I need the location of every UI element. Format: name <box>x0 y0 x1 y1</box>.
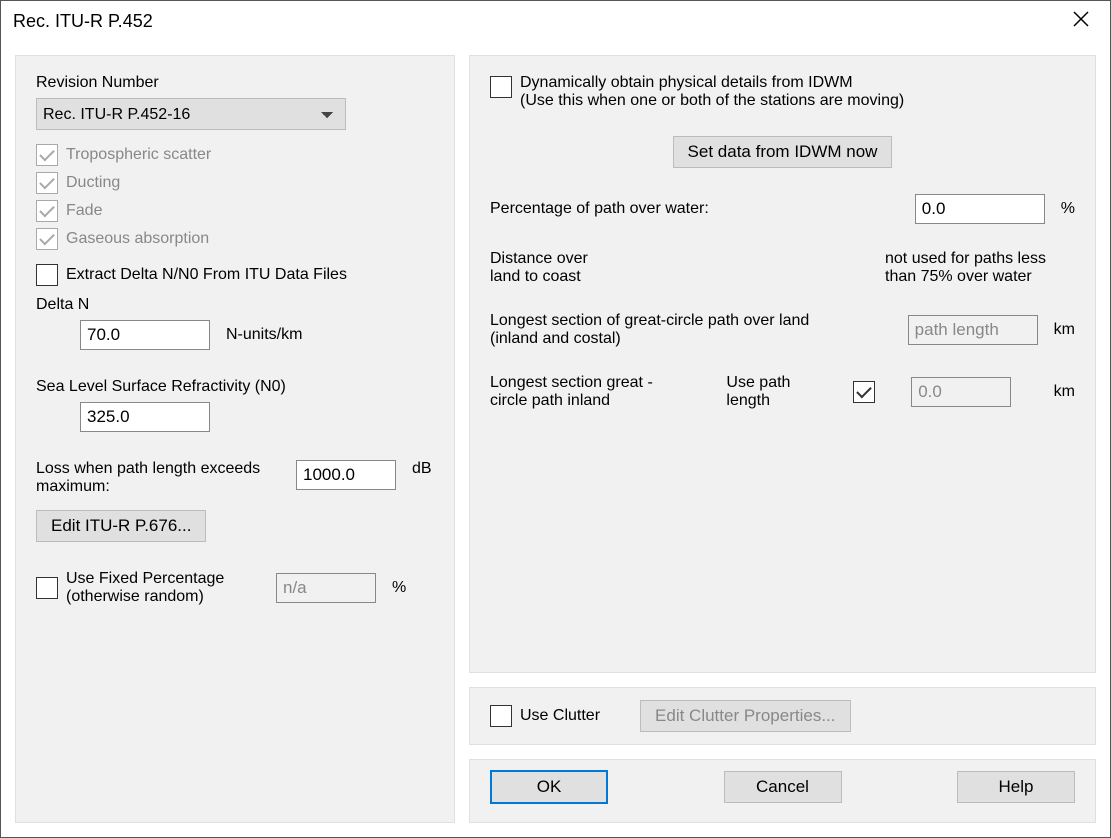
use-fixed-percentage-checkbox[interactable]: Use Fixed Percentage (otherwise random) <box>36 570 266 606</box>
delta-n-label: Delta N <box>36 296 434 314</box>
fixed-percentage-input <box>276 573 376 603</box>
checkbox-icon <box>36 200 58 222</box>
dialog-body: Revision Number Rec. ITU-R P.452-16 Trop… <box>1 41 1110 837</box>
checkbox-icon <box>36 228 58 250</box>
fixed-percentage-unit: % <box>392 579 406 597</box>
edit-p676-button[interactable]: Edit ITU-R P.676... <box>36 510 206 542</box>
right-column: Dynamically obtain physical details from… <box>469 55 1096 823</box>
loss-label: Loss when path length exceeds maximum: <box>36 460 286 496</box>
revision-number-label: Revision Number <box>36 74 434 92</box>
close-icon <box>1072 10 1090 28</box>
window-title: Rec. ITU-R P.452 <box>13 11 153 32</box>
use-clutter-checkbox[interactable]: Use Clutter <box>490 705 600 727</box>
cancel-button[interactable]: Cancel <box>724 771 842 803</box>
dynamic-idwm-label: Dynamically obtain physical details from… <box>520 74 904 92</box>
distance-coast-note: not used for paths less than 75% over wa… <box>885 250 1075 286</box>
ducting-label: Ducting <box>66 174 120 192</box>
longest-inland-input <box>911 377 1011 407</box>
fade-checkbox: Fade <box>36 200 434 222</box>
checkbox-icon <box>36 264 58 286</box>
longest-over-land-input <box>908 315 1038 345</box>
use-clutter-label: Use Clutter <box>520 707 600 725</box>
delta-n-unit: N-units/km <box>226 326 302 344</box>
revision-number-dropdown[interactable]: Rec. ITU-R P.452-16 <box>36 98 346 130</box>
pct-water-input[interactable] <box>915 194 1045 224</box>
checkbox-icon <box>490 76 512 98</box>
close-button[interactable] <box>1062 4 1100 38</box>
km-unit-2: km <box>1054 383 1075 401</box>
longest-over-land-label: Longest section of great-circle path ove… <box>490 312 820 348</box>
longest-inland-label: Longest section great -circle path inlan… <box>490 374 690 410</box>
title-bar: Rec. ITU-R P.452 <box>1 1 1110 41</box>
edit-clutter-button: Edit Clutter Properties... <box>640 700 850 732</box>
dialog-window: Rec. ITU-R P.452 Revision Number Rec. IT… <box>0 0 1111 838</box>
extract-delta-n-checkbox[interactable]: Extract Delta N/N0 From ITU Data Files <box>36 264 434 286</box>
ducting-checkbox: Ducting <box>36 172 434 194</box>
use-path-length-label: Use path length <box>726 374 816 410</box>
loss-input[interactable] <box>296 460 396 490</box>
use-fixed-percentage-label: Use Fixed Percentage (otherwise random) <box>66 570 266 606</box>
checkbox-icon <box>36 144 58 166</box>
tropospheric-scatter-label: Tropospheric scatter <box>66 146 211 164</box>
checkbox-icon <box>853 381 875 403</box>
use-path-length-checkbox[interactable] <box>853 381 875 403</box>
right-top-panel: Dynamically obtain physical details from… <box>469 55 1096 673</box>
left-panel: Revision Number Rec. ITU-R P.452-16 Trop… <box>15 55 455 823</box>
pct-water-unit: % <box>1061 200 1075 218</box>
loss-unit: dB <box>412 460 432 478</box>
button-panel: OK Cancel Help <box>469 759 1096 823</box>
tropospheric-scatter-checkbox: Tropospheric scatter <box>36 144 434 166</box>
gaseous-absorption-checkbox: Gaseous absorption <box>36 228 434 250</box>
n0-input[interactable] <box>80 402 210 432</box>
dynamic-idwm-sublabel: (Use this when one or both of the statio… <box>520 92 904 110</box>
gaseous-absorption-label: Gaseous absorption <box>66 230 209 248</box>
km-unit-1: km <box>1054 321 1075 339</box>
dynamic-idwm-checkbox[interactable]: Dynamically obtain physical details from… <box>490 74 1075 110</box>
n0-label: Sea Level Surface Refractivity (N0) <box>36 378 434 396</box>
pct-water-label: Percentage of path over water: <box>490 200 709 218</box>
help-button[interactable]: Help <box>957 771 1075 803</box>
extract-delta-n-label: Extract Delta N/N0 From ITU Data Files <box>66 266 347 284</box>
delta-n-input[interactable] <box>80 320 210 350</box>
fade-label: Fade <box>66 202 102 220</box>
clutter-panel: Use Clutter Edit Clutter Properties... <box>469 687 1096 745</box>
ok-button[interactable]: OK <box>490 770 608 804</box>
checkbox-icon <box>490 705 512 727</box>
checkbox-icon <box>36 577 58 599</box>
set-idwm-button[interactable]: Set data from IDWM now <box>673 136 893 168</box>
checkbox-icon <box>36 172 58 194</box>
distance-coast-label: Distance over land to coast <box>490 250 588 286</box>
